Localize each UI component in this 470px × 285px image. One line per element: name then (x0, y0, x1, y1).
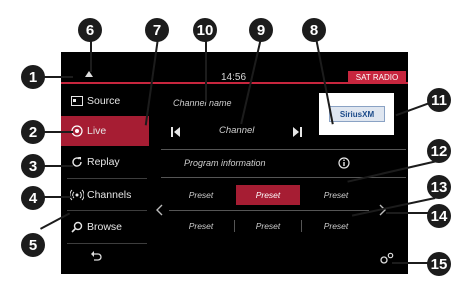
sidebar-item-replay[interactable]: Replay (61, 147, 149, 177)
callout-5: 5 (21, 233, 45, 257)
preset-button[interactable]: Preset (303, 185, 369, 205)
station-logo-text: SiriusXM (329, 106, 385, 122)
callout-12: 12 (427, 139, 451, 163)
sidebar-item-label: Replay (87, 156, 120, 168)
sidebar-item-source[interactable]: Source (61, 86, 149, 116)
preset-button[interactable]: Preset (169, 216, 233, 236)
callout-7: 7 (145, 18, 169, 42)
radio-screen: 14:56 SAT RADIO Source Live Replay Chann… (61, 52, 408, 274)
sidebar-item-label: Channels (87, 189, 132, 201)
channel: Channel (219, 125, 255, 136)
divider (67, 243, 147, 244)
callout-10: 10 (193, 18, 217, 42)
callout-3: 3 (21, 154, 45, 178)
status-divider (61, 82, 408, 84)
divider (67, 178, 147, 179)
channel-name: Channel name (173, 98, 232, 108)
callout-13: 13 (427, 175, 451, 199)
settings-icon[interactable] (380, 251, 394, 269)
sidebar-item-channels[interactable]: Channels (61, 180, 149, 210)
preset-separator (234, 220, 235, 232)
search-icon (70, 220, 84, 234)
sidebar-item-label: Source (87, 95, 121, 107)
preset-button-selected[interactable]: Preset (236, 185, 300, 205)
back-icon[interactable] (90, 249, 102, 267)
source-icon (70, 94, 84, 108)
sidebar-item-browse[interactable]: Browse (61, 212, 149, 242)
leader-line (90, 38, 92, 72)
callout-1: 1 (21, 65, 45, 89)
preset-button[interactable]: Preset (236, 216, 300, 236)
prev-channel-icon[interactable] (171, 124, 180, 142)
callout-4: 4 (21, 186, 45, 210)
divider (161, 149, 406, 150)
preset-button[interactable]: Preset (303, 216, 369, 236)
callout-11: 11 (427, 88, 451, 112)
divider (67, 210, 147, 211)
channels-icon (70, 188, 84, 202)
divider (169, 210, 369, 211)
leader-line (205, 38, 207, 102)
preset-separator (301, 220, 302, 232)
callout-9: 9 (249, 18, 273, 42)
sidebar-item-label: Browse (87, 221, 123, 233)
callout-14: 14 (427, 204, 451, 228)
program-information: Program information (184, 158, 266, 168)
callout-6: 6 (78, 18, 102, 42)
info-icon[interactable] (338, 156, 350, 174)
left-arrow-icon[interactable] (155, 203, 163, 221)
callout-8: 8 (302, 18, 326, 42)
next-channel-icon[interactable] (293, 124, 302, 142)
sidebar-item-live[interactable]: Live (61, 116, 149, 146)
callout-15: 15 (427, 252, 451, 276)
sidebar-item-label: Live (87, 125, 107, 137)
callout-2: 2 (21, 120, 45, 144)
preset-button[interactable]: Preset (169, 185, 233, 205)
